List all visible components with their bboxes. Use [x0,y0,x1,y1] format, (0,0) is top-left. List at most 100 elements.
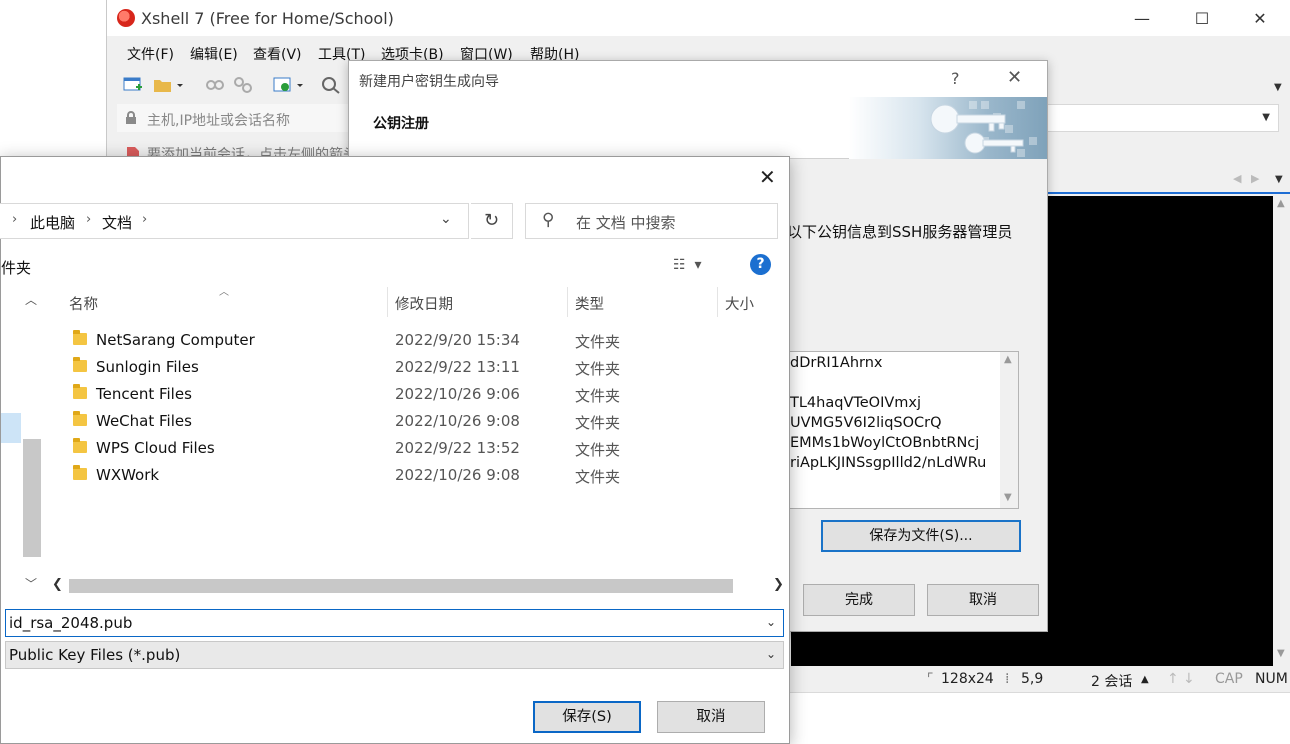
key-line: UVMG5V6I2liqSOCrQ [790,415,942,431]
file-row[interactable]: WXWork 2022/10/26 9:08 文件夹 [47,462,789,489]
finish-button[interactable]: 完成 [803,584,915,616]
help-icon[interactable]: ? [951,69,960,88]
xshell-titlebar: Xshell 7 (Free for Home/School) — ☐ ✕ [107,0,1290,36]
refresh-icon[interactable]: ↻ [471,203,513,239]
file-row[interactable]: WPS Cloud Files 2022/9/22 13:52 文件夹 [47,435,789,462]
close-icon[interactable]: ✕ [1007,67,1022,88]
chevron-down-icon[interactable]: ⌄ [766,615,776,629]
connect-icon[interactable] [205,76,225,94]
file-modified: 2022/10/26 9:06 [395,385,520,403]
file-list: ︿ 名称 修改日期 类型 大小 NetSarang Computer 2022/… [47,285,789,597]
menu-file[interactable]: 文件(F) [127,44,174,64]
chevron-down-icon[interactable]: ⌄ [766,647,776,661]
file-type: 文件夹 [575,333,621,351]
save-as-dialog: ✕ › 此电脑 › 文档 › ⌄ ↻ ⚲ 在 文档 中搜索 件夹 ☷ ▾ ? ︿… [0,156,790,744]
caps-indicator: CAP [1215,671,1243,687]
minimize-icon[interactable]: — [1119,6,1165,32]
folder-icon [73,357,87,372]
nav-selected-item[interactable] [1,413,21,443]
chevron-up-icon[interactable]: ︿ [25,291,37,308]
key-scrollbar[interactable]: ▲ ▼ [1000,352,1018,508]
chevron-left-icon[interactable]: ❮ [52,577,63,592]
address-dropdown[interactable]: ▼ [1047,104,1279,132]
file-row[interactable]: NetSarang Computer 2022/9/20 15:34 文件夹 [47,327,789,354]
key-line: dDrRI1Ahrnx [790,355,883,371]
file-modified: 2022/10/26 9:08 [395,466,520,484]
file-type-select[interactable]: Public Key Files (*.pub) ⌄ [5,641,784,669]
breadcrumb-separator-icon: › [142,212,148,227]
scroll-up-icon[interactable]: ▲ [1004,354,1012,365]
properties-icon[interactable] [273,76,303,94]
session-up-icon[interactable]: ▲ [1141,674,1149,685]
scroll-up-icon[interactable]: ▲ [1277,198,1285,209]
session-tab-strip: ◀ ▶ ▼ [1047,168,1290,194]
file-name-value: id_rsa_2048.pub [9,614,133,632]
chevron-down-icon[interactable]: ⌄ [440,211,452,227]
file-row[interactable]: Sunlogin Files 2022/9/22 13:11 文件夹 [47,354,789,381]
size-icon: ⌜ [927,671,934,687]
find-icon[interactable] [321,76,341,94]
breadcrumb-documents[interactable]: 文档 [102,212,132,233]
file-type: 文件夹 [575,360,621,378]
file-name: NetSarang Computer [96,331,255,349]
column-type[interactable]: 类型 [575,293,604,314]
session-count[interactable]: 2 会话 [1091,671,1132,691]
save-button[interactable]: 保存(S) [533,701,641,733]
file-type: 文件夹 [575,387,621,405]
next-session-icon[interactable]: ↓ [1183,671,1195,687]
status-bar: ⌜ 128x24 ⁞ 5,9 2 会话 ▲ ↑ ↓ CAP NUM [791,666,1290,692]
cancel-button[interactable]: 取消 [927,584,1039,616]
address-bar[interactable]: 主机,IP地址或会话名称 [117,104,353,132]
column-name[interactable]: 名称 [69,293,98,314]
address-breadcrumb[interactable]: › 此电脑 › 文档 › ⌄ [0,203,469,239]
column-divider[interactable] [387,287,388,317]
navigation-pane[interactable]: ︿ ﹀ [1,285,43,597]
save-as-file-button[interactable]: 保存为文件(S)... [821,520,1021,552]
new-session-icon[interactable] [123,76,143,94]
open-folder-icon[interactable] [153,76,183,94]
tab-scroll-right-icon[interactable]: ▶ [1251,172,1259,185]
menu-view[interactable]: 查看(V) [253,44,302,64]
cancel-button[interactable]: 取消 [657,701,765,733]
tab-scroll-left-icon[interactable]: ◀ [1233,172,1241,185]
column-divider[interactable] [567,287,568,317]
file-name: WeChat Files [96,412,192,430]
file-row[interactable]: Tencent Files 2022/10/26 9:06 文件夹 [47,381,789,408]
search-input[interactable]: ⚲ 在 文档 中搜索 [525,203,778,239]
file-name: WXWork [96,466,160,484]
search-placeholder: 在 文档 中搜索 [576,214,676,232]
breadcrumb-this-pc[interactable]: 此电脑 [30,212,75,233]
column-modified[interactable]: 修改日期 [395,293,453,314]
disconnect-icon[interactable] [233,76,253,94]
file-modified: 2022/10/26 9:08 [395,412,520,430]
file-modified: 2022/9/22 13:11 [395,358,520,376]
file-name-input[interactable]: id_rsa_2048.pub ⌄ [5,609,784,637]
chevron-down-icon[interactable]: ﹀ [25,575,37,592]
tab-list-icon[interactable]: ▼ [1275,174,1283,185]
new-folder-button[interactable]: 件夹 [1,257,31,278]
chevron-right-icon[interactable]: ❯ [773,577,784,592]
nav-scrollbar-thumb[interactable] [23,439,41,557]
command-bar: 件夹 ☷ ▾ ? [1,251,789,283]
file-row[interactable]: WeChat Files 2022/10/26 9:08 文件夹 [47,408,789,435]
toolbar-overflow-icon[interactable]: ▼ [1274,82,1282,93]
file-type: 文件夹 [575,414,621,432]
column-size[interactable]: 大小 [725,293,754,314]
column-divider[interactable] [717,287,718,317]
menu-edit[interactable]: 编辑(E) [190,44,238,64]
close-icon[interactable]: ✕ [759,165,776,189]
wizard-titlebar: 新建用户密钥生成向导 ? ✕ [349,61,1047,97]
close-icon[interactable]: ✕ [1237,6,1283,32]
maximize-icon[interactable]: ☐ [1179,6,1225,32]
file-name: WPS Cloud Files [96,439,215,457]
file-list-hscrollbar[interactable]: ❮ ❯ [47,575,789,597]
view-options-icon[interactable]: ☷ ▾ [673,257,701,273]
help-icon[interactable]: ? [750,254,771,275]
scroll-down-icon[interactable]: ▼ [1277,648,1285,659]
public-key-textbox[interactable]: dDrRI1Ahrnx TL4haqVTeOIVmxj UVMG5V6I2liq… [787,351,1019,509]
prev-session-icon[interactable]: ↑ [1167,671,1179,687]
terminal-scrollbar[interactable]: ▲ ▼ [1273,196,1290,666]
hscroll-thumb[interactable] [69,579,733,593]
search-icon: ⚲ [542,210,555,230]
scroll-down-icon[interactable]: ▼ [1004,492,1012,503]
